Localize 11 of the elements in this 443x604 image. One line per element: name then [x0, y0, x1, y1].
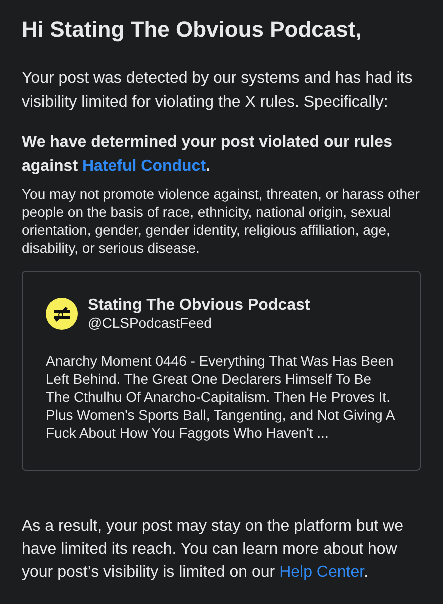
greeting-heading: Hi Stating The Obvious Podcast,	[22, 16, 363, 44]
policy-text: You may not promote violence against, threaten, or harass other people on the basis of race, ethnicity, national origin, sexual orientation, gender, gender identity, religious affiliation, age, disability, or serious disease.	[22, 185, 421, 257]
help-center-link[interactable]: Help Center	[280, 564, 364, 581]
avatar-icon	[46, 298, 78, 330]
display-name: Stating The Obvious Podcast	[88, 296, 310, 315]
violation-statement: We have determined your post violated our rules against Hateful Conduct.	[22, 133, 394, 177]
intro-text: Your post was detected by our systems and has had its visibility limited for violating the X rules. Specifically:	[22, 69, 414, 113]
outcome-text: As a result, your post may stay on the platform but we have limited its reach. You can learn more about how your post’s visibility is limited on our Help Center.	[22, 517, 405, 583]
rule-link[interactable]: Hateful Conduct	[82, 158, 206, 175]
post-text: Anarchy Moment 0446 - Everything That Was Has Been Left Behind. The Great One Declarers Himself To Be The Cthulhu Of Anarcho-Capitalism. Then He Proves It. Plus Women's Sports Ball, Tangenting, and Not Giving A Fuck About How You Faggots Who Haven't ...	[46, 352, 395, 442]
user-handle: @CLSPodcastFeed	[88, 315, 213, 332]
